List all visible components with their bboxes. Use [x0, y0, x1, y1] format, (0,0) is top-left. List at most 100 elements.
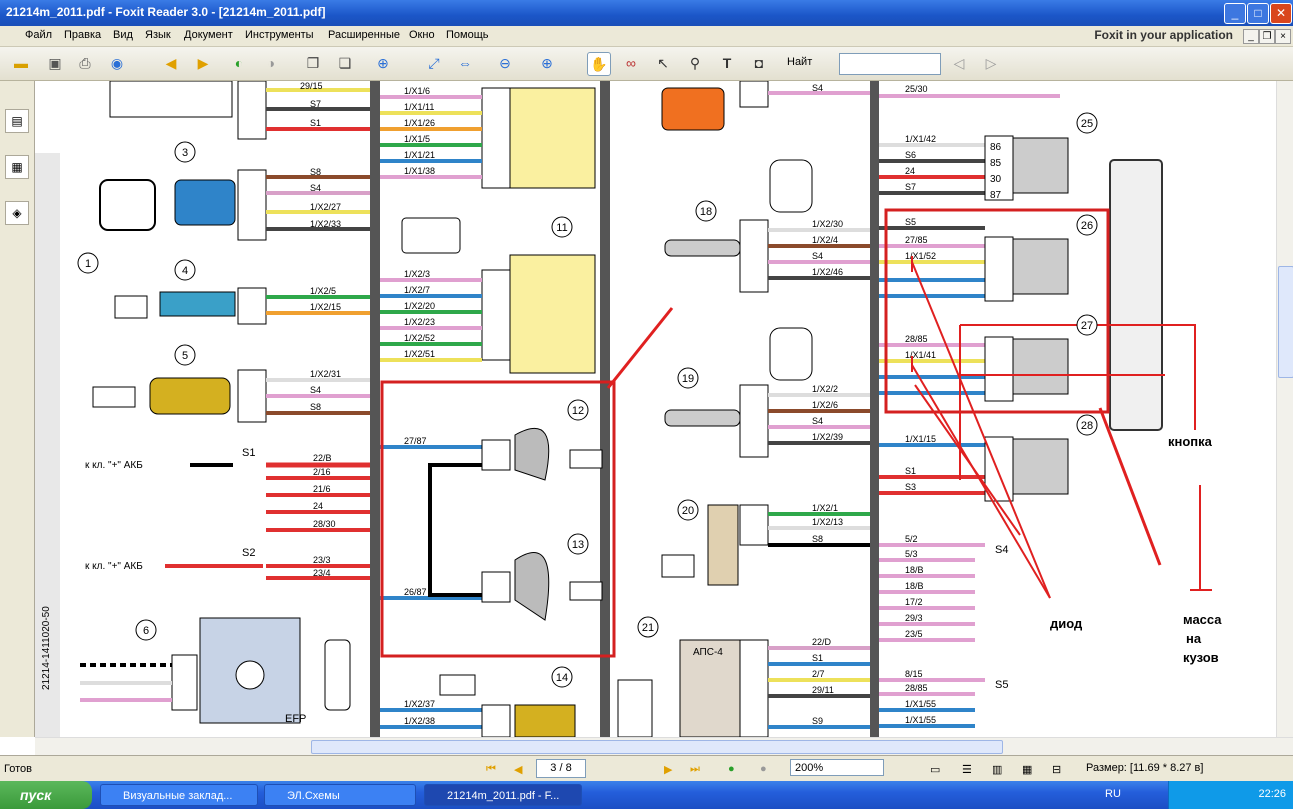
zoom-in-icon[interactable]: ⊕	[536, 52, 558, 74]
thumbnails-icon[interactable]: ▦	[5, 155, 29, 179]
menu-language[interactable]: Язык	[145, 29, 171, 41]
wire-1x220: 1/X2/20	[404, 301, 435, 311]
sensor20-connector	[739, 504, 769, 546]
document-view[interactable]: 21214-1411020-50 EFP 29/15 S7 S1 S8 S4 1…	[35, 81, 1275, 737]
connector-456	[401, 217, 461, 254]
open-icon[interactable]: ▬	[10, 52, 32, 74]
select-arrow-icon[interactable]: ↖	[652, 52, 674, 74]
minimize-button[interactable]: _	[1224, 3, 1246, 24]
close-button[interactable]: ✕	[1270, 3, 1292, 24]
save-icon[interactable]: ▣	[44, 52, 66, 74]
plug-14	[439, 674, 476, 696]
glasses-icon[interactable]: ∞	[620, 52, 642, 74]
text-tool-icon[interactable]: T	[716, 52, 738, 74]
task-foxit[interactable]: 21214m_2011.pdf - F...	[424, 784, 582, 806]
pages-icon[interactable]: ❏	[334, 52, 356, 74]
menu-advanced[interactable]: Расширенные	[328, 29, 400, 41]
resistor-block-top	[509, 87, 596, 189]
akb-label-1: к кл. "+" АКБ	[85, 460, 143, 471]
facing-icon[interactable]: ▥	[992, 763, 1002, 776]
wire-1x15: 1/X1/5	[404, 134, 430, 144]
menu-edit[interactable]: Правка	[64, 29, 101, 41]
print-icon[interactable]: ⎙	[74, 52, 96, 74]
split-icon[interactable]: ⊟	[1052, 763, 1061, 776]
ecu-connector	[109, 81, 233, 118]
wire-r-2-7: 2/7	[812, 669, 825, 679]
wire-label-2-16: 2/16	[313, 467, 331, 477]
hand-tool-icon[interactable]: ✋	[587, 52, 611, 76]
menu-document[interactable]: Документ	[184, 29, 233, 41]
bookmarks-icon[interactable]: ▤	[5, 109, 29, 133]
menu-view[interactable]: Вид	[113, 29, 133, 41]
wire-f-1x142: 1/X1/42	[905, 134, 936, 144]
wire-label-1x233: 1/X2/33	[310, 219, 341, 229]
page-number-field[interactable]: 3 / 8	[536, 759, 586, 778]
menu-file[interactable]: Файл	[25, 29, 52, 41]
find-prev-icon[interactable]: ◁	[948, 52, 970, 74]
forward-icon[interactable]: ◑	[260, 52, 282, 74]
menu-help[interactable]: Помощь	[446, 29, 489, 41]
wire-r-s4c: S4	[812, 416, 823, 426]
prev-page-status-icon[interactable]: ◀	[514, 763, 522, 776]
task-el-schemes[interactable]: ЭЛ.Схемы	[264, 784, 416, 806]
doc-close-icon[interactable]: ×	[1275, 29, 1291, 44]
system-tray: RU 22:26	[1105, 781, 1293, 809]
temp-sensor	[114, 287, 267, 325]
wire-f-1x141: 1/X1/41	[905, 350, 936, 360]
find-icon[interactable]: ⚲	[684, 52, 706, 74]
fan2-connector	[481, 571, 511, 603]
vertical-scroll-thumb[interactable]	[1278, 266, 1293, 378]
maximize-button[interactable]: □	[1247, 3, 1269, 24]
svg-text:19: 19	[682, 373, 694, 385]
find-next-icon[interactable]: ▷	[980, 52, 1002, 74]
doc-minimize-icon[interactable]: _	[1243, 29, 1259, 44]
vertical-scrollbar[interactable]	[1276, 81, 1293, 737]
fan1-connector	[481, 439, 511, 471]
find-input[interactable]	[839, 53, 941, 75]
task-bookmarks[interactable]: Визуальные заклад...	[100, 784, 258, 806]
forward-status-icon[interactable]: ●	[760, 763, 767, 775]
start-button[interactable]: пуск	[0, 781, 92, 809]
continuous-icon[interactable]: ☰	[962, 763, 972, 776]
svg-text:25: 25	[1081, 118, 1093, 130]
menu-window[interactable]: Окно	[409, 29, 435, 41]
wire-f-s7: S7	[905, 182, 916, 192]
wire-label-1x227: 1/X2/27	[310, 202, 341, 212]
zoom-field[interactable]: 200%	[790, 759, 884, 776]
s2-label: S2	[242, 547, 255, 559]
fit-width-icon[interactable]: ⇔	[454, 52, 476, 74]
zoom-icon[interactable]: ⊕	[372, 52, 394, 74]
continuous-facing-icon[interactable]: ▦	[1022, 763, 1032, 776]
wire-r-s4b: S4	[812, 251, 823, 261]
snapshot-icon[interactable]: ◘	[748, 52, 770, 74]
fan-ground	[428, 463, 482, 597]
find-label: Найт	[787, 56, 813, 68]
wire-label-1x215: 1/X2/15	[310, 302, 341, 312]
coil-connector	[739, 81, 769, 108]
wire-r-1x26: 1/X2/6	[812, 400, 838, 410]
wire-r-1x230: 1/X2/30	[812, 219, 843, 229]
first-page-icon[interactable]: ⏮	[486, 763, 496, 776]
language-indicator[interactable]: RU	[1105, 788, 1121, 800]
menu-tools[interactable]: Инструменты	[245, 29, 314, 41]
web-icon[interactable]: ◉	[106, 52, 128, 74]
zoom-out-icon[interactable]: ⊖	[494, 52, 516, 74]
fit-page-icon[interactable]: ⤢	[423, 52, 445, 74]
single-page-icon[interactable]: ▭	[930, 763, 940, 776]
doc-restore-icon[interactable]: ❐	[1259, 29, 1275, 44]
layers-icon[interactable]: ◈	[5, 201, 29, 225]
next-page-icon[interactable]: ▶	[192, 52, 214, 74]
menu-bar: Файл Правка Вид Язык Документ Инструмент…	[0, 26, 1293, 47]
toolbar: ▬ ▣ ⎙ ◉ ◀ ▶ ◐ ◑ ❐ ❏ ⊕ ⤢ ⇔ ⊖ ⊕ ✋ ∞ ↖ ⚲ T …	[0, 47, 1293, 81]
wire-f-25-30: 25/30	[905, 84, 928, 94]
horizontal-scrollbar[interactable]	[35, 737, 1293, 755]
back-status-icon[interactable]: ●	[728, 763, 735, 775]
prev-page-icon[interactable]: ◀	[160, 52, 182, 74]
wire-r-s8: S8	[812, 534, 823, 544]
back-icon[interactable]: ◐	[228, 52, 250, 74]
last-page-icon[interactable]: ⏭	[690, 763, 700, 776]
wire-label-s7: S7	[310, 99, 321, 109]
next-page-status-icon[interactable]: ▶	[664, 763, 672, 776]
copy-icon[interactable]: ❐	[302, 52, 324, 74]
horizontal-scroll-thumb[interactable]	[311, 740, 1003, 754]
